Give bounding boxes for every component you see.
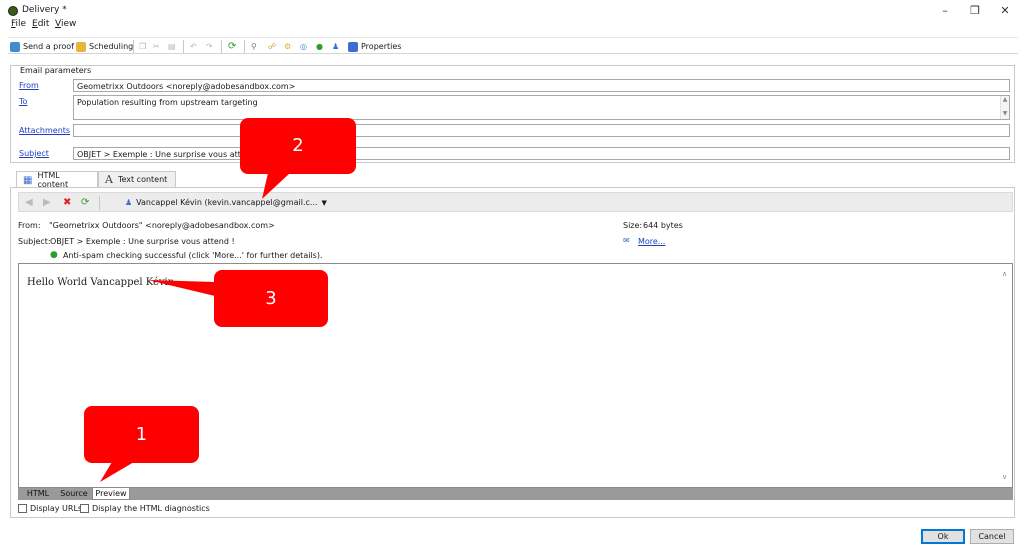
from-label[interactable]: From: [19, 81, 39, 90]
size-value: 644 bytes: [643, 221, 683, 230]
email-parameters-title: Email parameters: [18, 66, 94, 75]
to-value: Population resulting from upstream targe…: [77, 98, 258, 107]
minimize-button[interactable]: –: [930, 2, 960, 20]
toolbar-separator: [221, 40, 222, 53]
title-bar: [0, 0, 1024, 22]
callout-2: 2: [240, 118, 356, 174]
users-icon[interactable]: ♟: [332, 40, 339, 53]
html-content-icon: ▦: [23, 174, 33, 186]
personalization-icon[interactable]: ⚙: [284, 40, 291, 53]
scroll-up-icon[interactable]: ∧: [1002, 270, 1007, 278]
paste-icon[interactable]: ▤: [168, 40, 176, 53]
redo-icon[interactable]: ↷: [206, 40, 213, 53]
to-scrollbar[interactable]: ▲ ▼: [1000, 96, 1009, 119]
menu-view[interactable]: View: [55, 19, 76, 29]
link-icon[interactable]: ☍: [268, 40, 276, 53]
tab-html[interactable]: HTML: [18, 488, 58, 500]
display-urls-label: Display URLs: [30, 504, 83, 513]
properties-label: Properties: [361, 42, 402, 51]
chevron-down-icon: ▼: [321, 198, 327, 207]
text-content-icon: A: [105, 173, 113, 186]
more-link[interactable]: More...: [638, 237, 665, 246]
check-icon[interactable]: ●: [316, 40, 323, 53]
preview-toolbar: ◀ ▶ ✖ ⟳ ♟ Vancappel Kévin (kevin.vancapp…: [18, 192, 1013, 212]
delete-icon[interactable]: ✖: [63, 198, 71, 208]
recipient-selector[interactable]: ♟ Vancappel Kévin (kevin.vancappel@gmail…: [125, 198, 327, 207]
window-title: Delivery *: [22, 5, 67, 15]
person-icon: ♟: [125, 198, 133, 207]
calendar-icon: [76, 41, 86, 52]
subject-label[interactable]: Subject: [19, 149, 49, 158]
refresh-icon[interactable]: ⟳: [81, 198, 89, 208]
cancel-button[interactable]: Cancel: [970, 529, 1014, 544]
info-subject-label: Subject:: [18, 237, 51, 246]
scheduling-button[interactable]: Scheduling: [76, 40, 133, 53]
send-proof-icon: [10, 41, 20, 52]
toolbar-separator: [133, 40, 134, 53]
toolbar-separator: [183, 40, 184, 53]
arrow-right-icon[interactable]: ▶: [43, 198, 51, 208]
attachments-field[interactable]: [73, 124, 1010, 137]
main-toolbar: Send a proof Scheduling ❐ ✂ ▤ ↶ ↷ ⟳ ⚲ ☍ …: [8, 37, 1018, 54]
send-proof-button[interactable]: Send a proof: [10, 40, 74, 53]
menu-edit[interactable]: Edit: [32, 19, 49, 29]
size-label: Size:: [623, 221, 643, 230]
view-mode-tabs: HTML Source Preview: [18, 488, 1013, 500]
display-diagnostics-checkbox[interactable]: Display the HTML diagnostics: [80, 504, 210, 513]
ok-button[interactable]: Ok: [921, 529, 965, 544]
to-field[interactable]: Population resulting from upstream targe…: [73, 95, 1010, 120]
properties-icon: [348, 41, 358, 52]
info-from-value: "Geometrixx Outdoors" <noreply@adobesand…: [49, 221, 275, 230]
info-subject-value: OBJET > Exemple : Une surprise vous atte…: [50, 237, 235, 246]
app-icon: [8, 6, 18, 16]
preview-scrollbar[interactable]: ∧ ∨: [1000, 264, 1012, 487]
envelope-icon: ✉: [623, 236, 630, 245]
properties-button[interactable]: Properties: [348, 40, 401, 53]
menu-file[interactable]: File: [11, 19, 26, 29]
arrow-left-icon[interactable]: ◀: [25, 198, 33, 208]
toolbar-separator: [99, 196, 100, 210]
from-field[interactable]: Geometrixx Outdoors <noreply@adobesandbo…: [73, 79, 1010, 92]
maximize-button[interactable]: ❐: [960, 2, 990, 20]
tab-html-content[interactable]: ▦ HTML content: [16, 171, 98, 189]
scroll-down-icon[interactable]: ∨: [1002, 473, 1007, 481]
cut-icon[interactable]: ✂: [153, 40, 160, 53]
attachment-icon[interactable]: ⚲: [251, 40, 257, 53]
display-urls-checkbox[interactable]: Display URLs: [18, 504, 82, 513]
copy-icon[interactable]: ❐: [139, 40, 146, 53]
subject-field[interactable]: OBJET > Exemple : Une surprise vous atte…: [73, 147, 1010, 160]
scheduling-label: Scheduling: [89, 42, 134, 51]
to-label[interactable]: To: [19, 97, 27, 106]
display-diagnostics-label: Display the HTML diagnostics: [92, 504, 210, 513]
display-urls-box[interactable]: [18, 504, 27, 513]
callout-1: 1: [84, 406, 199, 463]
tab-text-content[interactable]: A Text content: [98, 171, 176, 187]
send-proof-label: Send a proof: [23, 42, 74, 51]
antispam-status: Anti-spam checking successful (click 'Mo…: [63, 251, 323, 260]
tab-source[interactable]: Source: [58, 488, 90, 500]
tab-preview[interactable]: Preview: [92, 488, 130, 500]
check-circle-icon: ●: [50, 250, 58, 260]
close-button[interactable]: ✕: [990, 2, 1020, 20]
tab-text-content-label: Text content: [117, 175, 168, 184]
info-from-label: From:: [18, 221, 41, 230]
undo-icon[interactable]: ↶: [190, 40, 197, 53]
recipient-label: Vancappel Kévin (kevin.vancappel@gmail.c…: [136, 198, 318, 207]
tracking-icon[interactable]: ◎: [300, 40, 307, 53]
callout-3: 3: [214, 270, 328, 327]
attachments-label[interactable]: Attachments: [19, 126, 70, 135]
display-diagnostics-box[interactable]: [80, 504, 89, 513]
refresh-icon[interactable]: ⟳: [228, 40, 236, 53]
preview-body-text: Hello World Vancappel Kévin: [27, 277, 175, 288]
toolbar-separator: [244, 40, 245, 53]
